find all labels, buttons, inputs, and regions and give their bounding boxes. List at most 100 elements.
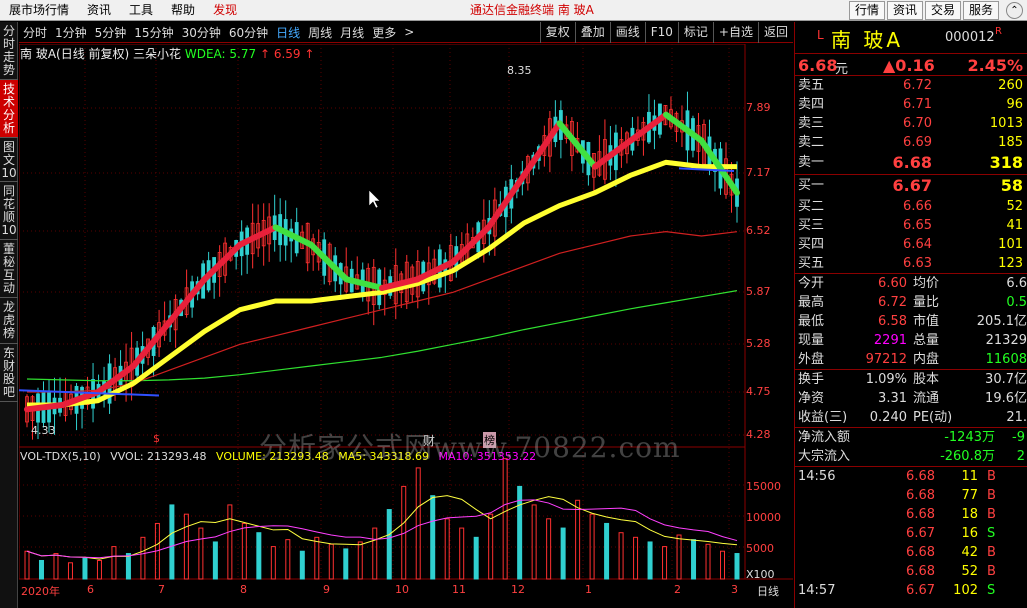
volume-bar	[647, 541, 653, 580]
flow-table: 净流入额 -1243万 -9 大宗流入 -260.8万 2	[795, 428, 1027, 467]
price-pct: 2.45%	[967, 56, 1023, 75]
flow-value: -260.8万	[940, 449, 995, 464]
tick-row[interactable]: 14:56 6.68 11 B	[795, 467, 1027, 486]
menu-discover[interactable]: 发现	[204, 0, 246, 21]
period-daily[interactable]: 日线	[272, 24, 304, 41]
info-button[interactable]: 资讯	[886, 1, 923, 20]
period-toolbar: 分时 1分钟 5分钟 15分钟 30分钟 60分钟 日线 周线 月线 更多 > …	[19, 22, 793, 43]
price-unit: 元	[835, 62, 849, 77]
flow-label: 大宗流入	[798, 449, 851, 464]
book-price: 6.64	[903, 237, 932, 252]
quote-button[interactable]: 行情	[848, 1, 885, 20]
back-button[interactable]: 返回	[757, 22, 793, 43]
ask-row[interactable]: 卖四 6.71 96	[795, 95, 1027, 114]
tick-row[interactable]: 14:57 6.67 102 S	[795, 581, 1027, 600]
volume-tick: 5000	[746, 542, 774, 555]
ask-row[interactable]: 卖一 6.68 318	[795, 152, 1027, 174]
book-label: 卖三	[798, 116, 825, 131]
period-more[interactable]: 更多	[368, 24, 400, 41]
tick-price: 6.68	[906, 507, 935, 522]
period-60m[interactable]: 60分钟	[225, 24, 272, 41]
vol-indicator-name: VOL-TDX(5,10)	[20, 450, 101, 463]
tick-row[interactable]: 6.68 77 B	[795, 486, 1027, 505]
tab-secretary[interactable]: 董秘互动	[0, 240, 18, 298]
period-15m[interactable]: 15分钟	[130, 24, 177, 41]
menu-market[interactable]: 展市场行情	[0, 0, 78, 21]
ask-row[interactable]: 卖三 6.70 1013	[795, 114, 1027, 133]
bid-row[interactable]: 买一 6.67 58	[795, 175, 1027, 197]
menu-help[interactable]: 帮助	[162, 0, 204, 21]
tab-intraday[interactable]: 分时走势	[0, 22, 18, 80]
tab-graphic[interactable]: 图文10	[0, 138, 18, 182]
draw-button[interactable]: 画线	[609, 22, 645, 43]
stat-label: 量比	[913, 295, 940, 310]
level-badge: L	[817, 28, 824, 42]
adjust-button[interactable]: 复权	[539, 22, 575, 43]
tab-guba[interactable]: 东财股吧	[0, 344, 18, 402]
tick-volume: 102	[953, 583, 978, 598]
period-weekly[interactable]: 周线	[304, 24, 336, 41]
stock-name: 南 玻A	[831, 28, 904, 52]
x-tick: 11	[452, 583, 466, 596]
arrow-up-icon: ↑	[259, 47, 271, 61]
add-watchlist-button[interactable]: +自选	[712, 22, 758, 43]
fund-row: 净资 3.31 流通 19.6亿	[795, 389, 1027, 408]
tick-row[interactable]: 6.68 42 B	[795, 543, 1027, 562]
kline-chart[interactable]: 南 玻A(日线 前复权) 三朵小花 WDEA: 5.77 ↑ 6.59 ↑ VO…	[19, 44, 793, 608]
period-tick[interactable]: 分时	[19, 24, 51, 41]
stats-row: 最高 6.72 量比 0.5	[795, 293, 1027, 312]
period-5m[interactable]: 5分钟	[91, 24, 131, 41]
menu-news[interactable]: 资讯	[78, 0, 120, 21]
menu-bar: 展市场行情 资讯 工具 帮助 发现 通达信金融终端 南 玻A 行情 资讯 交易 …	[0, 0, 1027, 21]
trade-button[interactable]: 交易	[924, 1, 961, 20]
x-tick: 1	[585, 583, 592, 596]
tick-row[interactable]: 6.67 16 S	[795, 524, 1027, 543]
tab-technical[interactable]: 技术分析	[0, 80, 18, 138]
book-volume: 260	[998, 78, 1023, 93]
service-button[interactable]: 服务	[962, 1, 999, 20]
bid-row[interactable]: 买五 6.63 123	[795, 254, 1027, 273]
tick-side: B	[987, 545, 996, 560]
chart-title-name: 南 玻A(日线 前复权) 三朵小花	[20, 47, 182, 61]
tick-row[interactable]: 6.68 18 B	[795, 505, 1027, 524]
volume-ma10-line	[26, 499, 738, 559]
volume-bar	[343, 548, 349, 580]
chevron-right-icon[interactable]: >	[400, 25, 418, 39]
period-30m[interactable]: 30分钟	[178, 24, 225, 41]
period-monthly[interactable]: 月线	[336, 24, 368, 41]
price-tick: 5.87	[746, 285, 771, 298]
chart-canvas[interactable]	[19, 44, 793, 608]
ask-row[interactable]: 卖五 6.72 260	[795, 76, 1027, 95]
window-control-icon[interactable]: ⌃	[1006, 2, 1023, 19]
tick-side: S	[987, 583, 996, 598]
volume-bar	[285, 539, 291, 580]
mark-button[interactable]: 标记	[677, 22, 713, 43]
tick-row[interactable]: 6.68 52 B	[795, 562, 1027, 581]
book-label: 买一	[798, 178, 825, 193]
bid-row[interactable]: 买二 6.66 52	[795, 197, 1027, 216]
tab-dragon-tiger[interactable]: 龙虎榜	[0, 298, 18, 344]
bid-row[interactable]: 买三 6.65 41	[795, 216, 1027, 235]
tick-price: 6.68	[906, 469, 935, 484]
bid-row[interactable]: 买四 6.64 101	[795, 235, 1027, 254]
tick-list[interactable]: 14:56 6.68 11 B 6.68 77 B 6.68 18 B 6.67 16 S 6.68 42 B…	[795, 467, 1027, 600]
x-tick: 6	[87, 583, 94, 596]
period-1m[interactable]: 1分钟	[51, 24, 91, 41]
tab-ths[interactable]: 同花顺10	[0, 182, 18, 240]
x-tick: 9	[323, 583, 330, 596]
wdea-line	[521, 120, 563, 179]
overlay-button[interactable]: 叠加	[574, 22, 610, 43]
f10-button[interactable]: F10	[644, 22, 678, 43]
volume-bar	[328, 543, 334, 580]
r-badge: R	[995, 26, 1002, 37]
tick-price: 6.68	[906, 545, 935, 560]
volume-unit: X100	[746, 568, 775, 581]
x-tick: 12	[511, 583, 525, 596]
stat-label: 现量	[798, 333, 825, 348]
ask-row[interactable]: 卖二 6.69 185	[795, 133, 1027, 152]
stat-label: 净资	[798, 391, 825, 406]
book-volume: 318	[989, 153, 1023, 172]
x-tick: 8	[240, 583, 247, 596]
menu-tools[interactable]: 工具	[120, 0, 162, 21]
stat-value: 6.60	[878, 276, 907, 291]
